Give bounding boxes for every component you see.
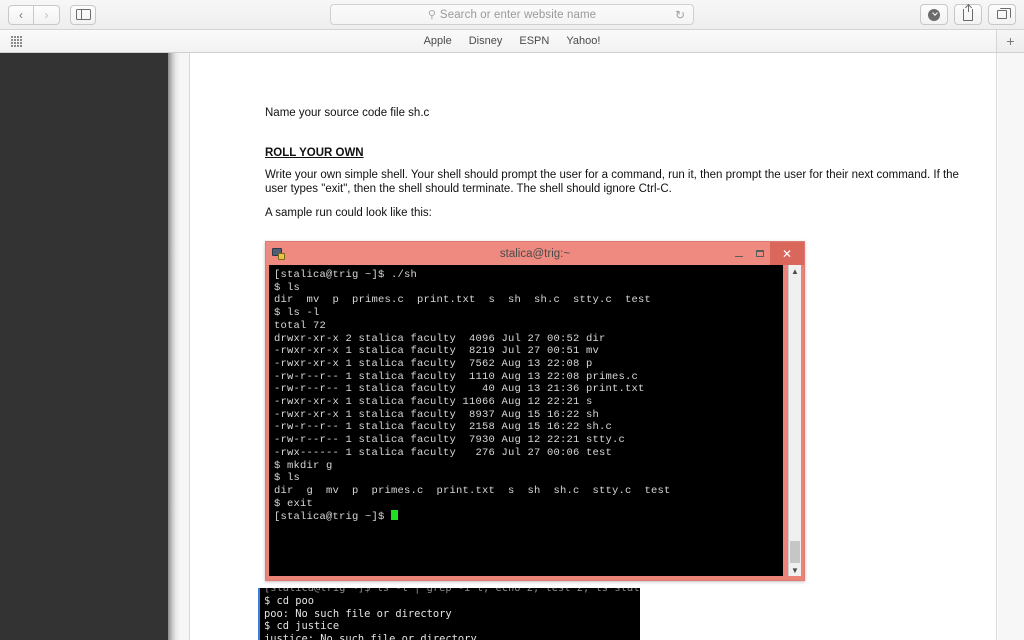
- terminal2-line: $ cd justice: [264, 620, 340, 633]
- address-bar[interactable]: ⚲ Search or enter website name ↻: [330, 4, 694, 25]
- tab-overview-button[interactable]: [988, 4, 1016, 25]
- gutter-rail: [179, 53, 190, 640]
- terminal-line: drwxr-xr-x 2 stalica faculty 4096 Jul 27…: [274, 332, 606, 345]
- terminal-window-secondary[interactable]: [stalica@trig ~]$ ls -l | grep -i t; ech…: [258, 588, 640, 640]
- favorites-links: Apple Disney ESPN Yahoo!: [0, 35, 1024, 47]
- terminal-line: -rwx------ 1 stalica faculty 276 Jul 27 …: [274, 446, 613, 459]
- terminal2-ghost-line: [stalica@trig ~]$ ls -l | grep -i t; ech…: [264, 588, 640, 594]
- doc-sample-intro: A sample run could look like this:: [265, 207, 432, 219]
- scroll-up-arrow-icon[interactable]: ▲: [789, 265, 801, 277]
- address-input[interactable]: Search or enter website name: [440, 9, 596, 21]
- navigation-buttons: ‹ ›: [8, 4, 60, 25]
- toolbar-right-buttons: [920, 3, 1016, 25]
- terminal-window-buttons: ✕: [728, 242, 804, 265]
- plus-icon: +: [1006, 33, 1015, 49]
- doc-paragraph: Write your own simple shell. Your shell …: [265, 169, 959, 195]
- downloads-icon: [928, 8, 940, 21]
- terminal-scroll-thumb[interactable]: [790, 541, 800, 563]
- doc-heading: ROLL YOUR OWN: [265, 147, 364, 159]
- terminal-line: -rw-r--r-- 1 stalica faculty 7930 Aug 12…: [274, 434, 626, 447]
- terminal-line: -rwxr-xr-x 1 stalica faculty 8219 Jul 27…: [274, 345, 600, 358]
- terminal-cursor: [391, 510, 399, 521]
- terminal-scrollbar[interactable]: ▲ ▼: [788, 265, 801, 576]
- terminal-line: -rwxr-xr-x 1 stalica faculty 7562 Aug 13…: [274, 357, 593, 370]
- favorite-disney[interactable]: Disney: [469, 35, 503, 47]
- page-left-gutter: [0, 53, 168, 640]
- search-icon: ⚲: [427, 9, 436, 21]
- terminal-line: dir mv p primes.c print.txt s sh sh.c st…: [274, 294, 652, 307]
- favorite-espn[interactable]: ESPN: [519, 35, 549, 47]
- sidebar-toggle-wrap: [70, 4, 96, 25]
- terminal2-line: poo: No such file or directory: [264, 607, 452, 620]
- terminal-line: -rwxr-xr-x 1 stalica faculty 8937 Aug 15…: [274, 408, 600, 421]
- scroll-down-arrow-icon[interactable]: ▼: [789, 564, 801, 576]
- sidebar-toggle-button[interactable]: [70, 4, 96, 25]
- terminal-minimize-button[interactable]: [728, 242, 749, 265]
- terminal-output[interactable]: [stalica@trig ~]$ ./sh $ ls dir mv p pri…: [269, 265, 783, 576]
- terminal-line: [stalica@trig ~]$ ./sh: [274, 269, 418, 281]
- terminal2-output: [stalica@trig ~]$ ls -l | grep -i t; ech…: [260, 588, 640, 640]
- terminal-title: stalica@trig:~: [499, 247, 571, 260]
- tab-overview-icon: [997, 8, 1011, 19]
- terminal-close-button[interactable]: ✕: [770, 242, 804, 265]
- terminal-line: -rw-r--r-- 1 stalica faculty 2158 Aug 15…: [274, 421, 613, 434]
- forward-button[interactable]: ›: [34, 4, 60, 25]
- back-button[interactable]: ‹: [8, 4, 34, 25]
- favorites-bar: Apple Disney ESPN Yahoo! +: [0, 30, 1024, 53]
- gutter-shadow: [168, 53, 179, 640]
- terminal-line: $ mkdir g: [274, 459, 333, 472]
- terminal-line: $ exit: [274, 497, 314, 510]
- terminal-titlebar[interactable]: stalica@trig:~ ✕: [266, 242, 804, 265]
- terminal-prompt: [stalica@trig ~]$: [274, 511, 392, 524]
- downloads-button[interactable]: [920, 4, 948, 25]
- favorite-apple[interactable]: Apple: [424, 35, 452, 47]
- sidebar-icon: [75, 9, 91, 20]
- back-chevron-icon: ‹: [19, 7, 23, 22]
- terminal-line: -rw-r--r-- 1 stalica faculty 1110 Aug 13…: [274, 370, 639, 383]
- terminal-maximize-button[interactable]: [749, 242, 770, 265]
- terminal-window: stalica@trig:~ ✕ [stalica@trig ~]$ ./sh …: [265, 241, 805, 581]
- reload-icon[interactable]: ↻: [675, 8, 685, 22]
- terminal2-line: justice: No such file or directory: [264, 633, 477, 640]
- terminal-line: $ ls: [274, 472, 301, 485]
- terminal2-line: $ cd poo: [264, 594, 315, 607]
- browser-chrome: ‹ › ⚲ Search or enter website name ↻ App…: [0, 0, 1024, 53]
- favorite-yahoo[interactable]: Yahoo!: [566, 35, 600, 47]
- new-tab-button[interactable]: +: [996, 30, 1024, 52]
- document-page: Name your source code file sh.c ROLL YOU…: [190, 53, 997, 640]
- terminal-line: dir g mv p primes.c print.txt s sh sh.c …: [274, 484, 671, 497]
- terminal-line: -rw-r--r-- 1 stalica faculty 40 Aug 13 2…: [274, 383, 645, 396]
- share-icon: [963, 3, 973, 21]
- terminal-prompt-line: [stalica@trig ~]$: [274, 510, 783, 524]
- page-viewport: Name your source code file sh.c ROLL YOU…: [0, 53, 1024, 640]
- terminal-line: total 72: [274, 319, 327, 332]
- terminal-line: $ ls -l: [274, 307, 320, 320]
- browser-toolbar: ‹ › ⚲ Search or enter website name ↻: [0, 0, 1024, 30]
- terminal-line: -rwxr-xr-x 1 stalica faculty 11066 Aug 1…: [274, 396, 593, 409]
- share-button[interactable]: [954, 3, 982, 25]
- terminal-line: $ ls: [274, 281, 301, 294]
- page-right-gutter: [998, 53, 1024, 640]
- forward-chevron-icon: ›: [44, 7, 49, 22]
- doc-line-filename: Name your source code file sh.c: [265, 107, 430, 119]
